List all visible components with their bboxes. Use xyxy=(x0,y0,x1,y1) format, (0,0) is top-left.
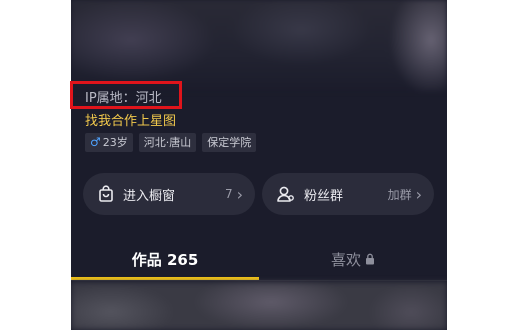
tag-location-label: 河北·唐山 xyxy=(143,136,192,149)
tag-age: ♂ 23岁 xyxy=(85,133,133,152)
profile-screen: IP属地：河北 找我合作上星图 ♂ 23岁 河北·唐山 保定学院 进入橱窗 7 … xyxy=(71,0,447,330)
tab-divider xyxy=(71,280,447,281)
tag-location[interactable]: 河北·唐山 xyxy=(138,133,197,152)
tab-works-label: 作品 265 xyxy=(131,250,199,269)
shopping-bag-icon xyxy=(99,185,113,202)
showcase-count-area: 7 › xyxy=(225,185,243,204)
video-thumbnails[interactable] xyxy=(71,282,447,330)
tag-age-label: 23岁 xyxy=(102,136,128,149)
showcase-label: 进入橱窗 xyxy=(123,188,176,204)
tag-school-label: 保定学院 xyxy=(207,136,252,149)
action-cards: 进入橱窗 7 › 粉丝群 加群 › xyxy=(83,173,434,215)
profile-tags: ♂ 23岁 河北·唐山 保定学院 xyxy=(85,133,257,152)
tab-works[interactable]: 作品 265 xyxy=(71,240,259,278)
cover-image xyxy=(71,0,447,92)
group-icon xyxy=(277,186,294,202)
bio-text: 找我合作上星图 xyxy=(85,114,177,129)
chevron-right-icon: › xyxy=(236,184,243,204)
fan-group-action: 加群 › xyxy=(388,185,422,204)
tab-likes-label: 喜欢 xyxy=(330,250,361,269)
annotation-highlight-box xyxy=(70,81,182,109)
tag-school[interactable]: 保定学院 xyxy=(202,133,257,152)
fan-group-action-label: 加群 xyxy=(387,187,412,202)
tab-likes[interactable]: 喜欢 xyxy=(259,240,447,278)
fan-group-button[interactable]: 粉丝群 加群 › xyxy=(262,173,434,215)
content-tabs: 作品 265 喜欢 xyxy=(71,240,447,281)
fan-group-label: 粉丝群 xyxy=(304,188,344,204)
male-icon: ♂ xyxy=(90,135,101,149)
showcase-count: 7 xyxy=(224,187,233,201)
showcase-button[interactable]: 进入橱窗 7 › xyxy=(83,173,255,215)
chevron-right-icon: › xyxy=(415,184,422,204)
lock-icon xyxy=(366,253,374,265)
